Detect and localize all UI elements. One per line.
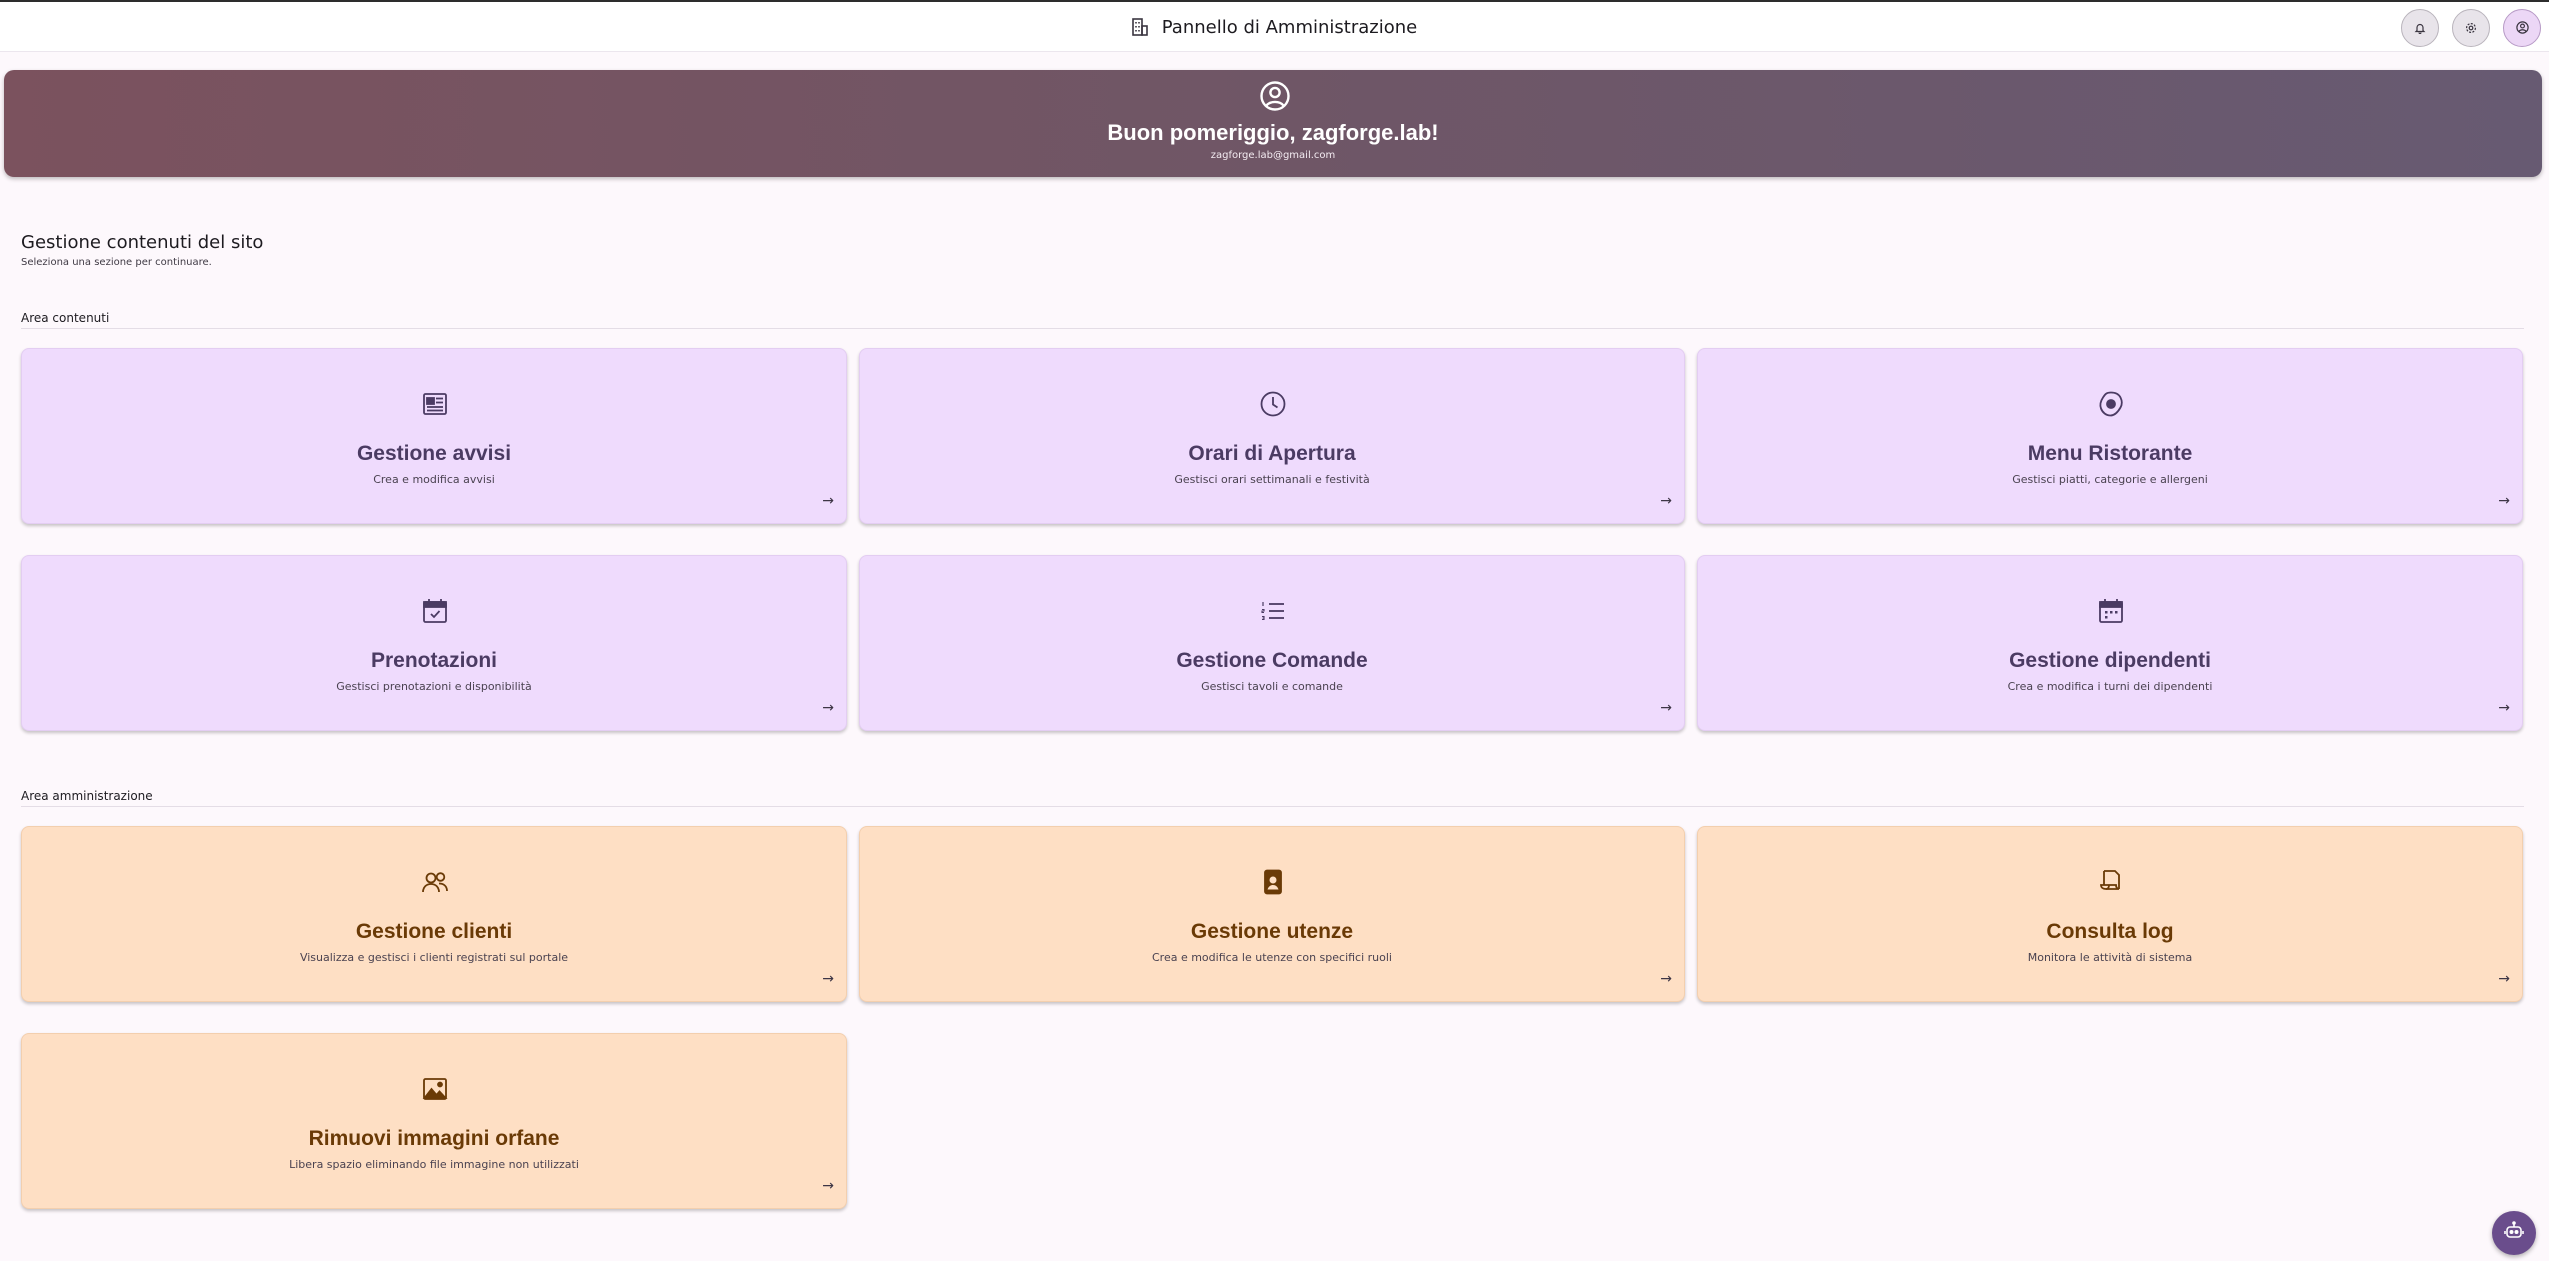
image-icon	[420, 1074, 450, 1104]
card-gestione-clienti[interactable]: Gestione clienti Visualizza e gestisci i…	[21, 826, 847, 1002]
app-bar: Pannello di Amministrazione	[0, 0, 2549, 52]
card-title: Menu Ristorante	[2027, 442, 2193, 465]
card-description: Gestisci prenotazioni e disponibilità	[336, 680, 532, 693]
section-divider	[21, 328, 2524, 329]
account-circle-icon	[1259, 80, 1291, 116]
card-title: Gestione avvisi	[356, 442, 512, 465]
arrow-right-icon: →	[1660, 493, 1672, 509]
card-title: Prenotazioni	[370, 649, 497, 672]
user-email: zagforge.lab@gmail.com	[1210, 150, 1336, 161]
badge-icon	[1258, 867, 1288, 897]
building-icon	[1131, 18, 1148, 36]
card-menu-ristorante[interactable]: Menu Ristorante Gestisci piatti, categor…	[1697, 348, 2523, 524]
page-title: Gestione contenuti del sito	[21, 232, 264, 253]
card-title: Rimuovi immagini orfane	[308, 1127, 560, 1150]
assistant-fab-button[interactable]	[2492, 1211, 2536, 1255]
card-gestione-dipendenti[interactable]: Gestione dipendenti Crea e modifica i tu…	[1697, 555, 2523, 731]
arrow-right-icon: →	[822, 1178, 834, 1194]
card-gestione-utenze[interactable]: Gestione utenze Crea e modifica le utenz…	[859, 826, 1685, 1002]
newspaper-icon	[420, 389, 450, 419]
clock-icon	[1258, 389, 1288, 419]
card-title: Gestione clienti	[355, 920, 513, 943]
card-title: Gestione Comande	[1176, 649, 1368, 672]
card-description: Gestisci piatti, categorie e allergeni	[2012, 473, 2208, 486]
card-gestione-avvisi[interactable]: Gestione avvisi Crea e modifica avvisi →	[21, 348, 847, 524]
bell-icon	[2414, 19, 2426, 38]
card-description: Libera spazio eliminando file immagine n…	[289, 1158, 579, 1171]
notifications-button[interactable]	[2401, 9, 2439, 47]
card-consulta-log[interactable]: Consulta log Monitora le attività di sis…	[1697, 826, 2523, 1002]
card-gestione-comande[interactable]: Gestione Comande Gestisci tavoli e coman…	[859, 555, 1685, 731]
arrow-right-icon: →	[2498, 493, 2510, 509]
card-description: Monitora le attività di sistema	[2027, 951, 2193, 964]
welcome-banner: Buon pomeriggio, zagforge.lab! zagforge.…	[4, 70, 2542, 177]
card-title: Gestione utenze	[1190, 920, 1354, 943]
account-button[interactable]	[2503, 9, 2541, 47]
scroll-icon	[2096, 867, 2126, 897]
account-circle-icon	[2515, 19, 2529, 38]
arrow-right-icon: →	[1660, 700, 1672, 716]
app-bar-title: Pannello di Amministrazione	[1161, 16, 1418, 38]
gear-icon	[2465, 19, 2477, 38]
calendar-icon	[2096, 596, 2126, 626]
card-title: Consulta log	[2046, 920, 2174, 943]
calendar-check-icon	[420, 596, 450, 626]
card-title: Gestione dipendenti	[2009, 649, 2211, 672]
people-icon	[420, 867, 450, 897]
card-orari-di-apertura[interactable]: Orari di Apertura Gestisci orari settima…	[859, 348, 1685, 524]
card-description: Crea e modifica i turni dei dipendenti	[2007, 680, 2213, 693]
robot-icon	[2503, 1220, 2525, 1246]
egg-icon	[2096, 389, 2126, 419]
app-bar-actions	[2401, 9, 2541, 47]
card-description: Crea e modifica avvisi	[373, 473, 495, 486]
card-description: Gestisci tavoli e comande	[1201, 680, 1343, 693]
arrow-right-icon: →	[2498, 700, 2510, 716]
section-label-admin: Area amministrazione	[21, 789, 153, 803]
card-description: Crea e modifica le utenze con specifici …	[1151, 951, 1392, 964]
card-description: Gestisci orari settimanali e festività	[1174, 473, 1370, 486]
card-rimuovi-immagini-orfane[interactable]: Rimuovi immagini orfane Libera spazio el…	[21, 1033, 847, 1209]
arrow-right-icon: →	[1660, 971, 1672, 987]
section-label-content: Area contenuti	[21, 311, 110, 325]
numbered-list-icon	[1258, 596, 1288, 626]
arrow-right-icon: →	[2498, 971, 2510, 987]
settings-button[interactable]	[2452, 9, 2490, 47]
arrow-right-icon: →	[822, 700, 834, 716]
arrow-right-icon: →	[822, 493, 834, 509]
card-description: Visualizza e gestisci i clienti registra…	[299, 951, 569, 964]
page-subtitle: Seleziona una sezione per continuare.	[21, 257, 212, 268]
section-divider	[21, 806, 2524, 807]
card-prenotazioni[interactable]: Prenotazioni Gestisci prenotazioni e dis…	[21, 555, 847, 731]
card-title: Orari di Apertura	[1188, 442, 1356, 465]
arrow-right-icon: →	[822, 971, 834, 987]
app-bar-title-group: Pannello di Amministrazione	[0, 2, 2549, 52]
welcome-greeting: Buon pomeriggio, zagforge.lab!	[1107, 120, 1439, 145]
